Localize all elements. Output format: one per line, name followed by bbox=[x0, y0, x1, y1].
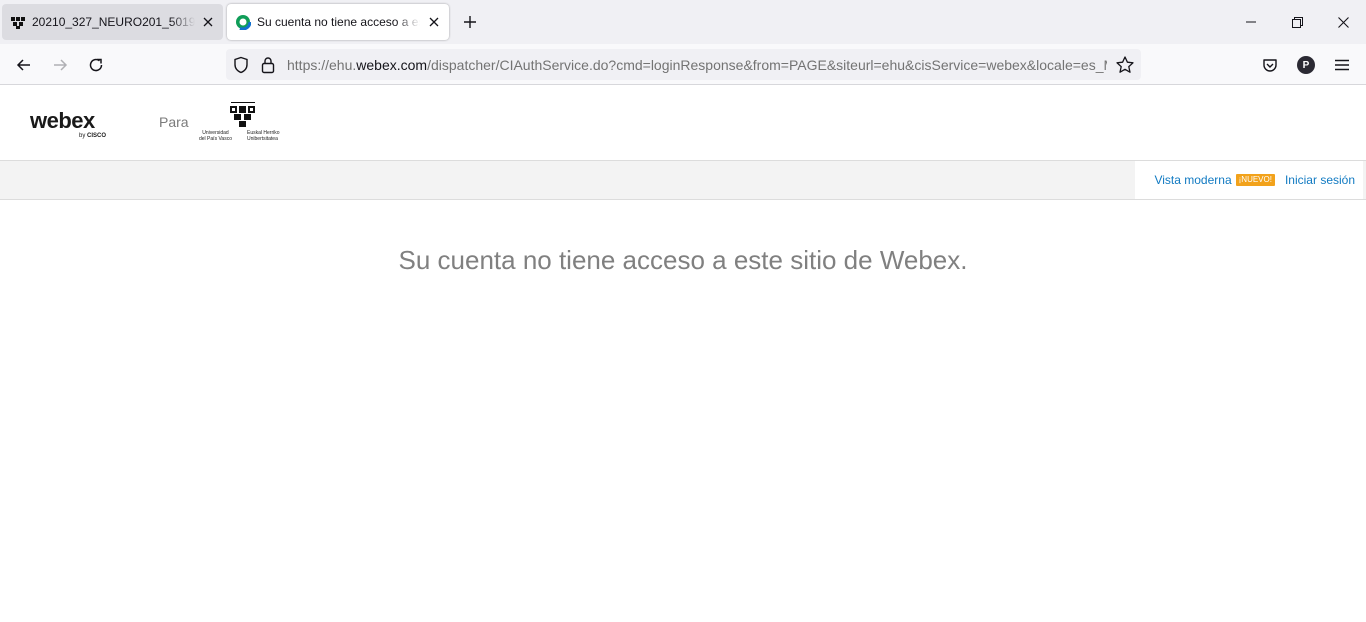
tab-title: Su cuenta no tiene acceso a este sitio d… bbox=[257, 15, 420, 29]
tab-webex[interactable]: Su cuenta no tiene acceso a este sitio d… bbox=[227, 4, 449, 40]
ehu-emblem-icon bbox=[230, 102, 255, 127]
ehu-name-eu: Euskal Herriko Unibertsitatea bbox=[247, 130, 280, 142]
tab-strip: 20210_327_NEURO201_501901_ Su cuenta no … bbox=[0, 0, 1366, 44]
ehu-logo: Universidad del País Vasco Euskal Herrik… bbox=[198, 102, 288, 144]
close-window-button[interactable] bbox=[1320, 0, 1366, 44]
ehu-favicon-icon bbox=[11, 17, 25, 29]
app-menu-button[interactable] bbox=[1330, 53, 1354, 77]
navigation-bar: https://ehu.webex.com/dispatcher/CIAuthS… bbox=[0, 44, 1366, 85]
hamburger-menu-icon bbox=[1335, 59, 1349, 71]
sign-in-link[interactable]: Iniciar sesión bbox=[1285, 173, 1355, 187]
site-nav-links: Vista moderna ¡NUEVO! Iniciar sesión bbox=[1135, 161, 1363, 199]
restore-button[interactable] bbox=[1274, 0, 1320, 44]
tracking-protection-shield-icon[interactable] bbox=[232, 56, 250, 74]
modern-view-link[interactable]: Vista moderna bbox=[1154, 173, 1231, 187]
pocket-icon bbox=[1263, 59, 1277, 72]
close-icon bbox=[1337, 16, 1349, 28]
lock-icon[interactable] bbox=[260, 56, 276, 74]
reload-icon bbox=[89, 58, 103, 72]
back-button[interactable] bbox=[10, 51, 38, 79]
account-button[interactable]: P bbox=[1294, 53, 1318, 77]
new-badge: ¡NUEVO! bbox=[1235, 174, 1275, 186]
arrow-left-icon bbox=[16, 59, 30, 71]
para-label: Para bbox=[159, 114, 189, 130]
bookmark-star-icon[interactable] bbox=[1115, 55, 1135, 75]
avatar: P bbox=[1297, 56, 1315, 74]
forward-button[interactable] bbox=[46, 51, 74, 79]
site-nav-bar: Vista moderna ¡NUEVO! Iniciar sesión bbox=[0, 160, 1366, 200]
arrow-right-icon bbox=[54, 59, 68, 71]
pocket-button[interactable] bbox=[1258, 53, 1282, 77]
url-text[interactable]: https://ehu.webex.com/dispatcher/CIAuthS… bbox=[287, 57, 1107, 73]
webex-logo[interactable]: webex by CISCO bbox=[30, 109, 110, 143]
tab-close-icon[interactable] bbox=[425, 13, 443, 31]
minimize-icon bbox=[1246, 21, 1256, 23]
restore-icon bbox=[1291, 16, 1303, 28]
tab-title: 20210_327_NEURO201_501901_ bbox=[32, 15, 195, 29]
new-tab-button[interactable] bbox=[459, 11, 481, 33]
webex-favicon-icon bbox=[235, 14, 251, 30]
plus-icon bbox=[464, 16, 476, 28]
ehu-name-es: Universidad del País Vasco bbox=[199, 130, 232, 142]
tab-course[interactable]: 20210_327_NEURO201_501901_ bbox=[2, 4, 223, 40]
brand-byline: by CISCO bbox=[79, 133, 107, 139]
tab-close-icon[interactable] bbox=[199, 13, 217, 31]
minimize-button[interactable] bbox=[1228, 0, 1274, 44]
reload-button[interactable] bbox=[82, 51, 110, 79]
brand-name: webex bbox=[30, 108, 95, 133]
access-denied-message: Su cuenta no tiene acceso a este sitio d… bbox=[398, 245, 968, 275]
address-bar[interactable]: https://ehu.webex.com/dispatcher/CIAuthS… bbox=[226, 49, 1141, 80]
page-header: webex by CISCO Para Universidad del País… bbox=[0, 85, 1366, 160]
